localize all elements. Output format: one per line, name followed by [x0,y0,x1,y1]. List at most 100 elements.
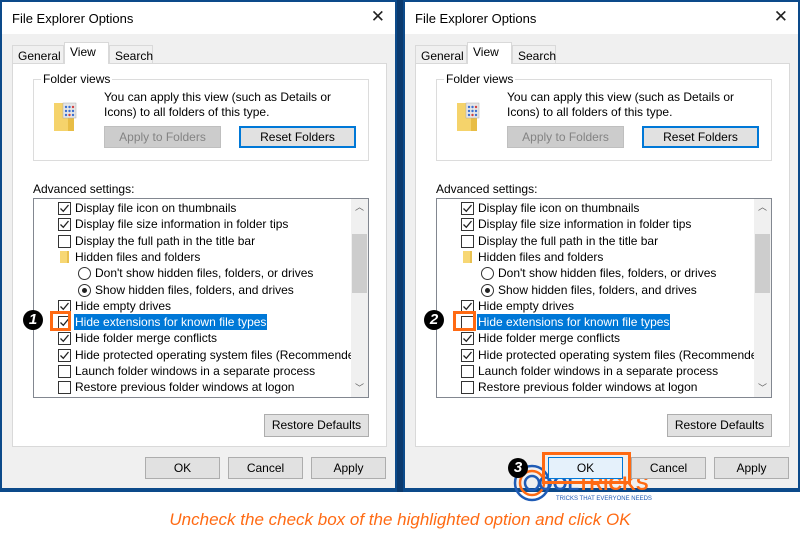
radio-selected[interactable] [481,283,494,297]
folder-views-label: Folder views [444,72,516,86]
advanced-settings-list[interactable]: Restore previous folder windows at logon… [33,198,369,398]
scroll-up-icon[interactable]: ︿ [351,199,368,216]
folder-views-label: Folder views [41,72,113,86]
tab-general[interactable]: General [415,45,467,64]
settings-row-label: Display the full path in the title bar [75,233,256,248]
restore-defaults-button[interactable]: Restore Defaults [264,414,369,437]
settings-row-label: Display file icon on thumbnails [478,201,640,215]
apply-to-folders-button[interactable]: Apply to Folders [507,126,624,148]
checkbox-highlight [453,311,476,331]
view-tab-panel: Folder views You can apply this view (su… [415,63,790,502]
advanced-settings-label: Advanced settings: [436,182,538,196]
settings-row-label: Hide empty drives [75,298,172,313]
checkbox-unchecked[interactable] [58,234,71,248]
logo-tagline: TRICKS THAT EVERYONE NEEDS [556,496,652,502]
scroll-down-icon[interactable]: ﹀ [351,380,368,397]
cancel-button[interactable]: Cancel [631,457,706,479]
checkmark-icon [60,204,70,213]
checkbox-checked[interactable] [58,218,71,232]
settings-row-label: Display file size information in folder … [478,217,692,232]
checkmark-icon [463,351,473,359]
apply-to-folders-button[interactable]: Apply to Folders [104,126,221,148]
radio-unselected[interactable] [481,267,494,281]
settings-row-label: Don't show hidden files, folders, or dri… [498,266,717,281]
checkbox-checked[interactable] [58,332,71,346]
tab-general[interactable]: General [12,45,64,64]
scrollbar[interactable]: ︿ ﹀ [351,199,368,397]
settings-row-label: Restore previous folder windows at logon [75,380,295,395]
folder-views-description: You can apply this view (such as Details… [104,90,332,119]
settings-row-label: Don't show hidden files, folders, or dri… [95,266,314,281]
folder-views-group: Folder views You can apply this view (su… [436,72,772,161]
checkbox-unchecked[interactable] [461,381,474,395]
ok-button-highlight [542,452,631,484]
settings-row-label: Hide folder merge conflicts [478,331,621,346]
radio-unselected[interactable] [78,267,91,281]
checkbox-checked[interactable] [58,202,71,215]
scrollbar[interactable]: ︿ ﹀ [754,199,771,397]
checkbox-checked[interactable] [461,218,474,232]
step-badge-2: 2 [424,310,444,330]
checkmark-icon [60,220,70,229]
checkmark-icon [60,334,70,343]
restore-defaults-button[interactable]: Restore Defaults [667,414,772,437]
radio-selected[interactable] [78,283,91,297]
checkbox-unchecked[interactable] [58,381,71,395]
checkbox-highlight [50,311,71,331]
scroll-thumb[interactable] [352,234,367,293]
view-tab-panel: Folder views You can apply this view (su… [12,63,387,447]
settings-row-label: Hidden files and folders [75,249,201,264]
settings-row-label: Hide extensions for known file types [477,314,671,331]
checkbox-checked[interactable] [58,348,71,362]
scroll-down-icon[interactable]: ﹀ [754,380,771,397]
checkbox-unchecked[interactable] [461,365,474,378]
folder-view-icon [54,102,77,131]
close-icon[interactable]: ✕ [774,8,788,26]
settings-row-label: Hide empty drives [478,298,575,313]
settings-row-label: Display the full path in the title bar [478,233,659,248]
checkbox-checked[interactable] [461,202,474,215]
dialog-title: File Explorer Options [12,11,134,26]
folder-icon [463,250,472,263]
settings-row-label: Display file size information in folder … [75,217,289,232]
checkbox-checked[interactable] [461,348,474,362]
dialog-title: File Explorer Options [415,11,537,26]
radio-dot [82,287,87,293]
ok-button[interactable]: OK [145,457,220,479]
checkbox-unchecked[interactable] [58,365,71,378]
tab-search[interactable]: Search [512,45,556,64]
settings-row-label: Hide folder merge conflicts [75,331,218,346]
settings-row-label: Hide protected operating system files (R… [478,347,769,362]
instruction-caption: Uncheck the check box of the highlighted… [169,510,631,529]
folder-view-icon [457,102,480,131]
checkmark-icon [463,204,473,213]
folder-views-group: Folder views You can apply this view (su… [33,72,369,161]
settings-row-label: Hide extensions for known file types [74,314,268,331]
reset-folders-button[interactable]: Reset Folders [642,126,759,148]
advanced-settings-list[interactable]: Restore previous folder windows at logon… [436,198,772,398]
settings-row-label: Hide protected operating system files (R… [75,347,366,362]
title-bar: File Explorer Options ✕ [405,2,798,34]
close-icon[interactable]: ✕ [371,8,385,26]
apply-button[interactable]: Apply [714,457,789,479]
settings-row-label: Show hidden files, folders, and drives [95,282,294,297]
tab-search[interactable]: Search [109,45,153,64]
step-badge-3: 3 [508,458,528,478]
reset-folders-button[interactable]: Reset Folders [239,126,356,148]
folder-icon [60,250,69,263]
settings-row-label: Hidden files and folders [478,249,604,264]
checkbox-unchecked[interactable] [461,234,474,248]
advanced-settings-label: Advanced settings: [33,182,135,196]
settings-row-label: Launch folder windows in a separate proc… [75,364,316,378]
apply-button[interactable]: Apply [311,457,386,479]
settings-row-label: Display file icon on thumbnails [75,201,237,215]
cancel-button[interactable]: Cancel [228,457,303,479]
checkmark-icon [60,351,70,359]
scroll-up-icon[interactable]: ︿ [754,199,771,216]
checkmark-icon [463,220,473,229]
tab-view[interactable]: View [467,42,512,64]
scroll-thumb[interactable] [755,234,770,293]
tab-view[interactable]: View [64,42,109,64]
checkmark-icon [463,334,473,343]
checkbox-checked[interactable] [461,332,474,346]
